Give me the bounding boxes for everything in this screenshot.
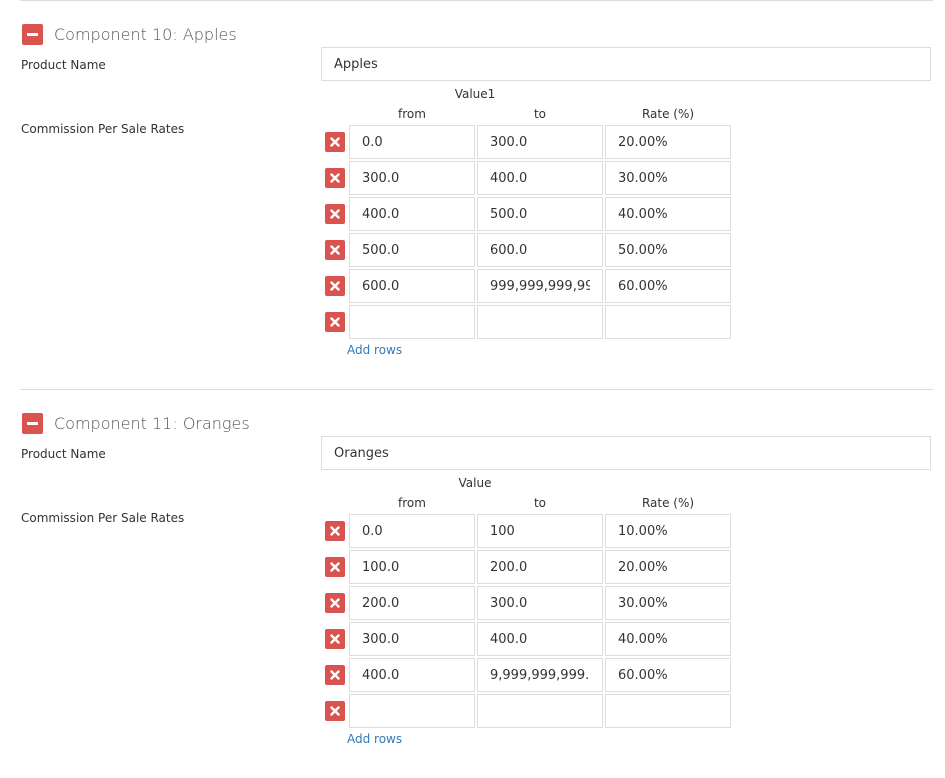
to-input[interactable]	[477, 161, 603, 195]
column-header-to: to	[533, 496, 547, 510]
column-header-from: from	[398, 107, 426, 121]
to-input[interactable]	[477, 514, 603, 548]
close-icon	[330, 245, 340, 255]
column-header-from: from	[398, 496, 426, 510]
rate-input[interactable]	[605, 622, 731, 656]
from-input[interactable]	[349, 658, 475, 692]
rate-input[interactable]	[605, 125, 731, 159]
close-icon	[330, 634, 340, 644]
delete-row-button[interactable]	[325, 240, 345, 260]
delete-row-button[interactable]	[325, 204, 345, 224]
product-name-label: Product Name	[21, 447, 106, 461]
column-header-to: to	[533, 107, 547, 121]
component-header[interactable]: Component 10: Apples	[22, 23, 237, 45]
rate-input[interactable]	[605, 161, 731, 195]
rate-input[interactable]	[605, 197, 731, 231]
from-input[interactable]	[349, 622, 475, 656]
delete-row-button[interactable]	[325, 168, 345, 188]
delete-row-button[interactable]	[325, 665, 345, 685]
to-input[interactable]	[477, 622, 603, 656]
close-icon	[330, 173, 340, 183]
to-input[interactable]	[477, 233, 603, 267]
close-icon	[330, 598, 340, 608]
to-input[interactable]	[477, 305, 603, 339]
rate-input[interactable]	[605, 233, 731, 267]
delete-row-button[interactable]	[325, 629, 345, 649]
minus-icon	[27, 32, 38, 36]
from-input[interactable]	[349, 197, 475, 231]
rate-input[interactable]	[605, 586, 731, 620]
column-header-rate: Rate (%)	[641, 496, 695, 510]
rate-input[interactable]	[605, 550, 731, 584]
from-input[interactable]	[349, 586, 475, 620]
rate-input[interactable]	[605, 305, 731, 339]
close-icon	[330, 281, 340, 291]
delete-row-button[interactable]	[325, 593, 345, 613]
to-input[interactable]	[477, 125, 603, 159]
from-input[interactable]	[349, 550, 475, 584]
delete-row-button[interactable]	[325, 701, 345, 721]
close-icon	[330, 526, 340, 536]
product-name-input[interactable]	[321, 47, 931, 81]
commission-rates-label: Commission Per Sale Rates	[21, 511, 185, 525]
value-group-header: Value	[458, 476, 492, 490]
column-header-rate: Rate (%)	[641, 107, 695, 121]
from-input[interactable]	[349, 514, 475, 548]
component-header[interactable]: Component 11: Oranges	[22, 412, 250, 434]
close-icon	[330, 209, 340, 219]
rate-input[interactable]	[605, 694, 731, 728]
component-oranges: Component 11: Oranges Product Name Value…	[0, 389, 945, 778]
rate-input[interactable]	[605, 658, 731, 692]
to-input[interactable]	[477, 694, 603, 728]
delete-row-button[interactable]	[325, 132, 345, 152]
from-input[interactable]	[349, 305, 475, 339]
close-icon	[330, 706, 340, 716]
delete-row-button[interactable]	[325, 312, 345, 332]
commission-rates-label: Commission Per Sale Rates	[21, 122, 185, 136]
component-title: Component 10: Apples	[54, 24, 237, 44]
minus-icon	[27, 421, 38, 425]
to-input[interactable]	[477, 197, 603, 231]
close-icon	[330, 137, 340, 147]
from-input[interactable]	[349, 161, 475, 195]
from-input[interactable]	[349, 233, 475, 267]
product-name-label: Product Name	[21, 58, 106, 72]
close-icon	[330, 670, 340, 680]
component-apples: Component 10: Apples Product Name Value1…	[0, 0, 945, 389]
product-name-input[interactable]	[321, 436, 931, 470]
collapse-button[interactable]	[22, 23, 43, 45]
delete-row-button[interactable]	[325, 276, 345, 296]
from-input[interactable]	[349, 125, 475, 159]
close-icon	[330, 317, 340, 327]
value-group-header: Value1	[454, 87, 496, 101]
rate-input[interactable]	[605, 514, 731, 548]
add-rows-link[interactable]: Add rows	[347, 343, 402, 357]
from-input[interactable]	[349, 694, 475, 728]
to-input[interactable]	[477, 269, 603, 303]
delete-row-button[interactable]	[325, 521, 345, 541]
close-icon	[330, 562, 340, 572]
component-title: Component 11: Oranges	[54, 413, 250, 433]
add-rows-link[interactable]: Add rows	[347, 732, 402, 746]
delete-row-button[interactable]	[325, 557, 345, 577]
to-input[interactable]	[477, 658, 603, 692]
to-input[interactable]	[477, 550, 603, 584]
to-input[interactable]	[477, 586, 603, 620]
collapse-button[interactable]	[22, 412, 43, 434]
from-input[interactable]	[349, 269, 475, 303]
rate-input[interactable]	[605, 269, 731, 303]
